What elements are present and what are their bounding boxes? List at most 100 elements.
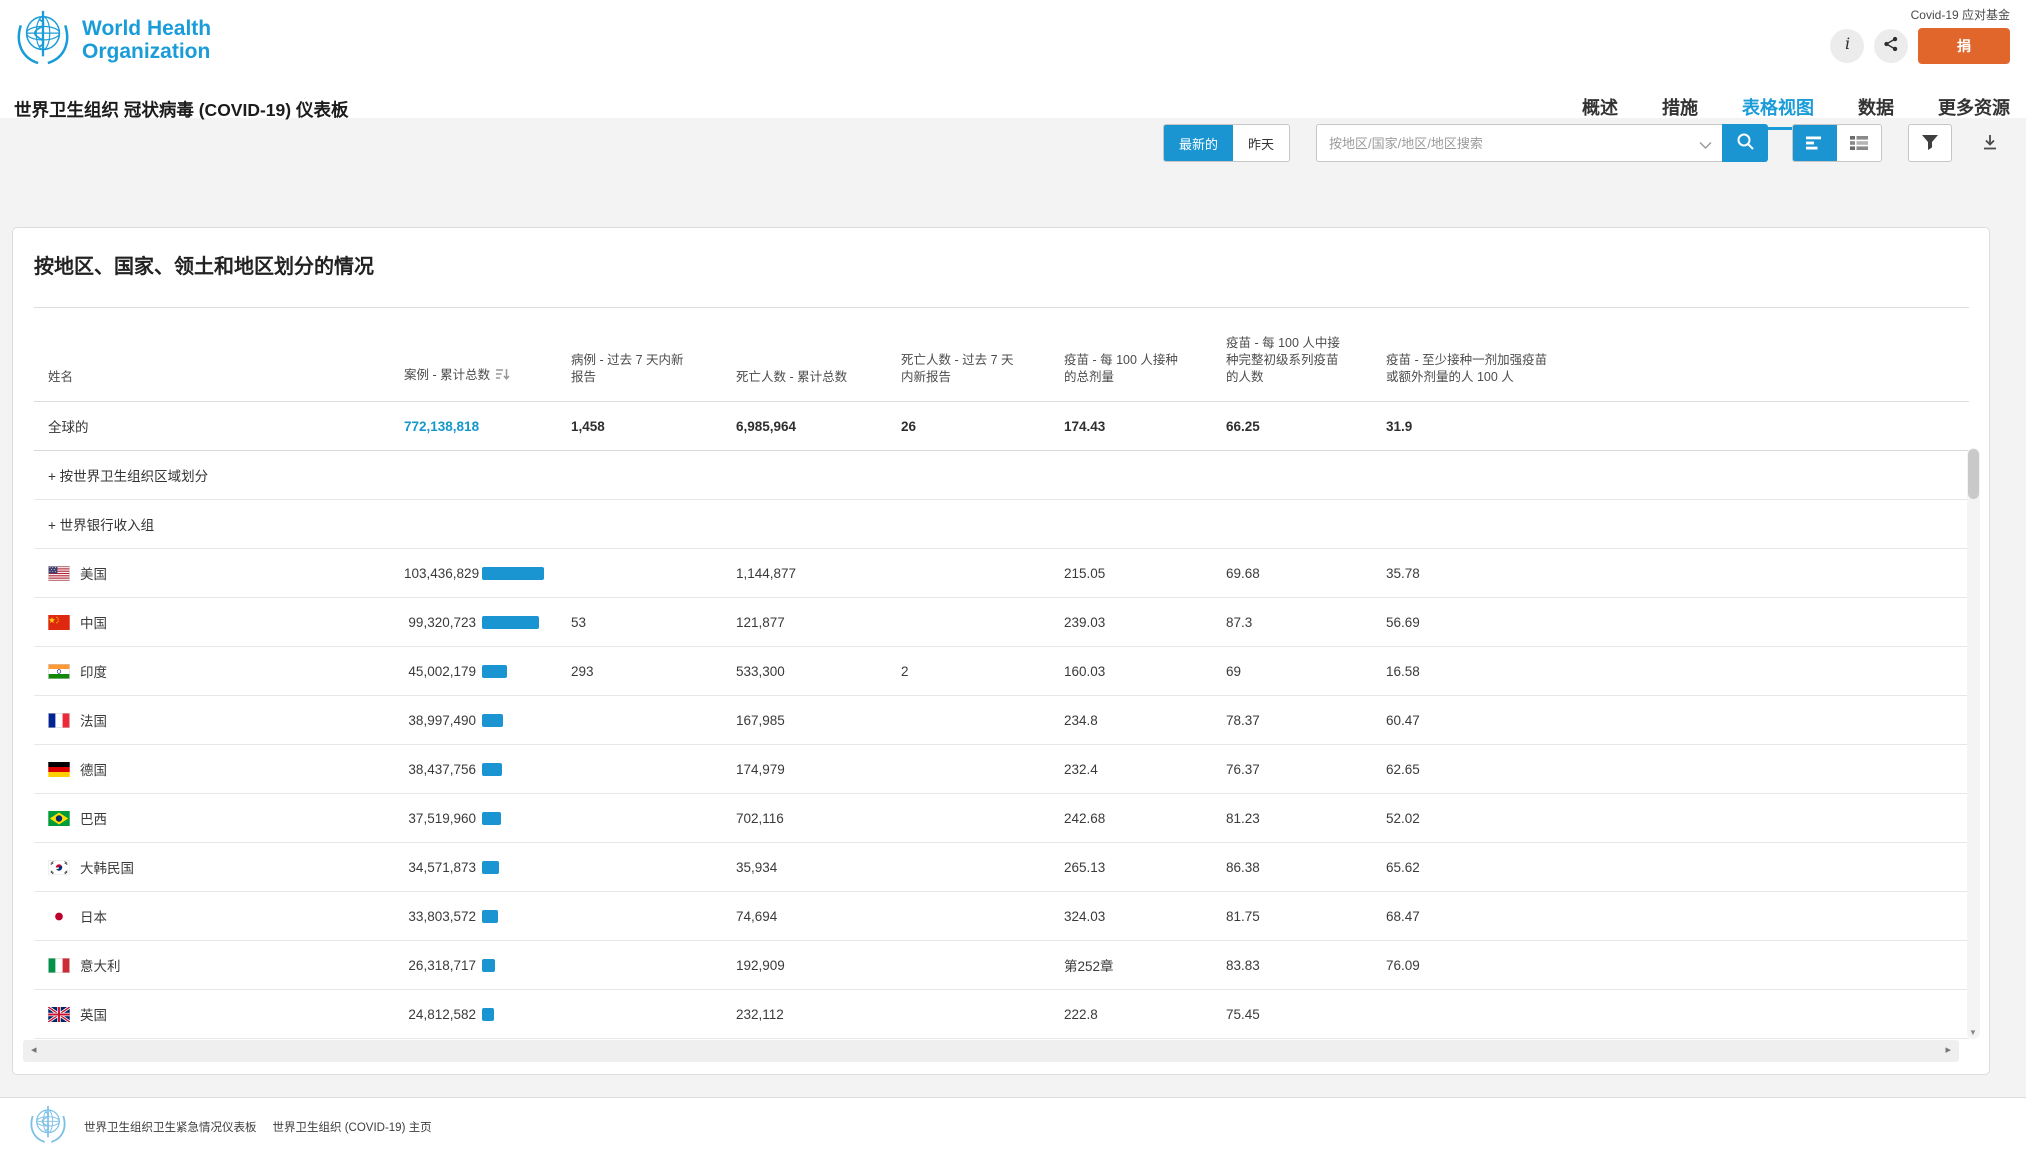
cases-bar (482, 714, 503, 727)
svg-text:i: i (1845, 35, 1850, 53)
vaccine-full-value: 78.37 (1212, 713, 1372, 728)
page-footer: 世界卫生组织卫生紧急情况仪表板 世界卫生组织 (COVID-19) 主页 (0, 1097, 2026, 1155)
vaccine-doses-value: 160.03 (1050, 664, 1212, 679)
who-emblem-footer-icon (28, 1104, 68, 1149)
cases-value: 103,436,829 (404, 566, 476, 581)
date-toggle: 最新的 昨天 (1163, 124, 1290, 162)
latest-button[interactable]: 最新的 (1164, 125, 1233, 161)
download-button[interactable] (1970, 124, 2010, 162)
vaccine-doses-value: 第252章 (1050, 955, 1212, 975)
country-name-cell: 巴西 (34, 808, 390, 828)
table-row[interactable]: 英国24,812,582232,112222.875.45 (34, 990, 1969, 1039)
vaccine-booster-value: 62.65 (1372, 762, 1969, 777)
global-row[interactable]: 全球的 772,138,818 1,458 6,985,964 26 174.4… (34, 402, 1969, 451)
table-row[interactable]: 美国103,436,8291,144,877215.0569.6835.78 (34, 549, 1969, 598)
flag-gb-icon (48, 1007, 70, 1022)
deaths-value: 121,877 (722, 615, 887, 630)
table-row[interactable]: 德国38,437,756174,979232.476.3762.65 (34, 745, 1969, 794)
group-row-world-bank[interactable]: + 世界银行收入组 (34, 500, 1969, 549)
donate-button[interactable]: 捐 (1918, 28, 2010, 64)
col-cases-cumulative: 案例 - 累计总数 (390, 367, 557, 401)
country-name-cell: 中国 (34, 612, 390, 632)
filter-button[interactable] (1908, 124, 1952, 162)
vaccine-booster-value: 65.62 (1372, 860, 1969, 875)
scroll-right-arrow-icon[interactable]: ▸ (1945, 1043, 1951, 1056)
footer-link-covid-home[interactable]: 世界卫生组织 (COVID-19) 主页 (273, 1119, 432, 1135)
vaccine-full-value: 69.68 (1212, 566, 1372, 581)
cases-bar (482, 812, 501, 825)
vaccine-full-value: 69 (1212, 664, 1372, 679)
country-name-cell: 意大利 (34, 955, 390, 975)
deaths-value: 174,979 (722, 762, 887, 777)
cases-cell: 37,519,960 (390, 811, 557, 826)
cases-cell: 26,318,717 (390, 958, 557, 973)
table-row[interactable]: 日本33,803,57274,694324.0381.7568.47 (34, 892, 1969, 941)
scroll-down-arrow-icon[interactable]: ▼ (1969, 1028, 1977, 1037)
vertical-scrollbar[interactable]: ▼ (1967, 448, 1980, 1039)
flag-br-icon (48, 811, 70, 826)
country-name: 法国 (80, 710, 107, 730)
country-name: 德国 (80, 759, 107, 779)
cases-cell: 24,812,582 (390, 1007, 557, 1022)
deaths-value: 1,144,877 (722, 566, 887, 581)
cases-value: 45,002,179 (404, 664, 476, 679)
deaths-value: 35,934 (722, 860, 887, 875)
share-button[interactable] (1874, 29, 1908, 63)
download-icon (1981, 133, 1999, 154)
col-cases-7d: 病例 - 过去 7 天内新报告 (557, 352, 722, 401)
table-row[interactable]: 印度45,002,179293533,3002160.036916.58 (34, 647, 1969, 696)
cases-value: 38,997,490 (404, 713, 476, 728)
flag-kr-icon (48, 860, 70, 875)
search-button[interactable] (1722, 124, 1768, 162)
vaccine-full-value: 81.23 (1212, 811, 1372, 826)
cases-bar (482, 763, 502, 776)
table-view-button[interactable] (1837, 125, 1881, 162)
who-logo[interactable]: World Health Organization (14, 8, 211, 71)
cases-value: 38,437,756 (404, 762, 476, 777)
horizontal-scrollbar[interactable]: ◂ ▸ (23, 1040, 1959, 1062)
scroll-left-arrow-icon[interactable]: ◂ (31, 1043, 37, 1056)
table-row[interactable]: 大韩民国34,571,87335,934265.1386.3865.62 (34, 843, 1969, 892)
global-cases-7d: 1,458 (557, 419, 722, 434)
cases-value: 99,320,723 (404, 615, 476, 630)
table-rows: 美国103,436,8291,144,877215.0569.6835.78中国… (34, 549, 1969, 1039)
deaths-value: 167,985 (722, 713, 887, 728)
global-vaccine-doses: 174.43 (1050, 419, 1212, 434)
sort-descending-icon[interactable] (495, 367, 510, 386)
search-icon (1736, 132, 1755, 154)
info-icon: i (1838, 35, 1856, 58)
flag-fr-icon (48, 713, 70, 728)
table-row[interactable]: 中国99,320,72353121,877239.0387.356.69 (34, 598, 1969, 647)
info-button[interactable]: i (1830, 29, 1864, 63)
deaths-value: 533,300 (722, 664, 887, 679)
vaccine-booster-value: 35.78 (1372, 566, 1969, 581)
table-row[interactable]: 法国38,997,490167,985234.878.3760.47 (34, 696, 1969, 745)
covid-fund-label: Covid-19 应对基金 (1911, 6, 2010, 23)
vaccine-full-value: 86.38 (1212, 860, 1372, 875)
country-name: 英国 (80, 1004, 107, 1024)
chevron-down-icon[interactable] (1699, 137, 1712, 155)
bar-view-button[interactable] (1793, 125, 1837, 162)
cases-cell: 99,320,723 (390, 615, 557, 630)
table-row[interactable]: 巴西37,519,960702,116242.6881.2352.02 (34, 794, 1969, 843)
global-deaths: 6,985,964 (722, 419, 887, 434)
vaccine-doses-value: 324.03 (1050, 909, 1212, 924)
global-cases-link[interactable]: 772,138,818 (404, 419, 479, 434)
vaccine-full-value: 83.83 (1212, 958, 1372, 973)
yesterday-button[interactable]: 昨天 (1233, 125, 1289, 161)
page-title: 世界卫生组织 冠状病毒 (COVID-19) 仪表板 (14, 97, 348, 122)
situation-table-panel: 按地区、国家、领土和地区划分的情况 姓名 案例 - 累计总数 病例 - 过去 7… (12, 227, 1990, 1075)
deaths-value: 702,116 (722, 811, 887, 826)
cases-cell: 33,803,572 (390, 909, 557, 924)
vertical-scrollbar-thumb[interactable] (1968, 449, 1979, 499)
global-name: 全球的 (34, 416, 390, 436)
table-title: 按地区、国家、领土和地区划分的情况 (34, 250, 1969, 279)
footer-link-emergencies-dashboard[interactable]: 世界卫生组织卫生紧急情况仪表板 (84, 1119, 257, 1135)
flag-jp-icon (48, 909, 70, 924)
search-input[interactable] (1316, 124, 1722, 162)
table-row[interactable]: 意大利26,318,717192,909第252章83.8376.09 (34, 941, 1969, 990)
col-deaths-7d: 死亡人数 - 过去 7 天内新报告 (887, 352, 1050, 401)
country-name: 巴西 (80, 808, 107, 828)
group-row-who-regions[interactable]: + 按世界卫生组织区域划分 (34, 451, 1969, 500)
vaccine-doses-value: 265.13 (1050, 860, 1212, 875)
